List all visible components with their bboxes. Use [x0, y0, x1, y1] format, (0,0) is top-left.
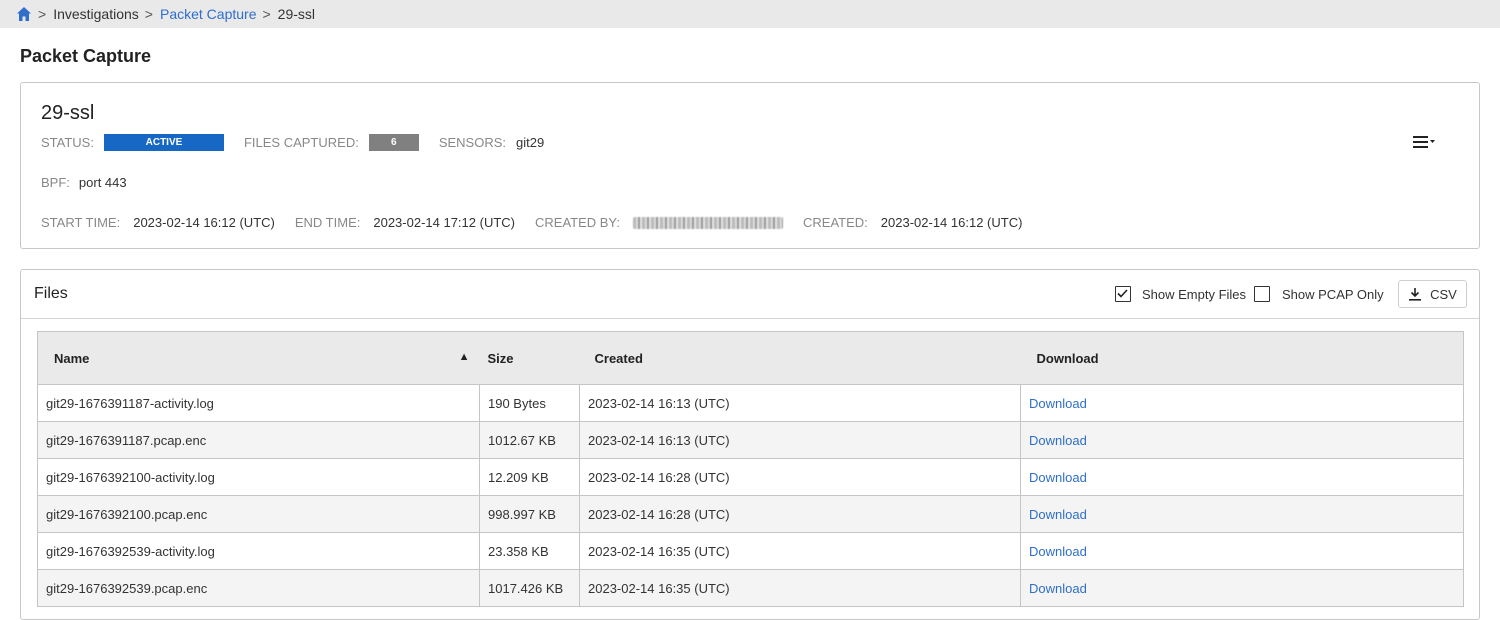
file-name-cell: git29-1676392539.pcap.enc [37, 569, 480, 607]
status-badge: ACTIVE [103, 134, 224, 151]
download-link[interactable]: Download [1020, 569, 1464, 607]
show-pcap-only-checkbox[interactable] [1254, 286, 1270, 302]
file-name-cell: git29-1676391187-activity.log [37, 384, 480, 422]
file-name-cell: git29-1676392539-activity.log [37, 532, 480, 570]
column-header-download[interactable]: Download [1020, 331, 1464, 385]
file-name-cell: git29-1676392100-activity.log [37, 458, 480, 496]
file-created-cell: 2023-02-14 16:35 (UTC) [579, 569, 1021, 607]
start-time-value: 2023-02-14 16:12 (UTC) [133, 215, 275, 230]
end-time-label: END TIME: [294, 215, 361, 230]
breadcrumb-separator: > [144, 6, 153, 22]
breadcrumb-current: 29-ssl [277, 6, 316, 22]
breadcrumb-separator: > [38, 6, 47, 22]
csv-export-button[interactable]: CSV [1398, 280, 1467, 308]
file-name-cell: git29-1676391187.pcap.enc [37, 421, 480, 459]
table-row: git29-1676391187.pcap.enc 1012.67 KB 202… [37, 421, 1464, 459]
table-header-row: Name ▲ Size Created Download [37, 331, 1464, 385]
files-panel: Files Show Empty Files Show PCAP Only CS… [20, 269, 1480, 620]
show-empty-files-label[interactable]: Show Empty Files [1142, 287, 1246, 302]
file-size-cell: 12.209 KB [479, 458, 580, 496]
sort-ascending-icon: ▲ [458, 350, 470, 363]
download-link[interactable]: Download [1020, 495, 1464, 533]
file-size-cell: 190 Bytes [479, 384, 580, 422]
files-captured-badge: 6 [368, 134, 419, 151]
files-captured-label: FILES CAPTURED: [243, 135, 359, 150]
file-created-cell: 2023-02-14 16:13 (UTC) [579, 421, 1021, 459]
download-link[interactable]: Download [1020, 532, 1464, 570]
table-row: git29-1676392100-activity.log 12.209 KB … [37, 458, 1464, 496]
table-row: git29-1676392539.pcap.enc 1017.426 KB 20… [37, 569, 1464, 607]
csv-button-label: CSV [1430, 286, 1457, 302]
created-value: 2023-02-14 16:12 (UTC) [880, 215, 1023, 230]
page-title: Packet Capture [20, 46, 152, 66]
created-label: CREATED: [803, 215, 868, 230]
table-row: git29-1676392100.pcap.enc 998.997 KB 202… [37, 495, 1464, 533]
breadcrumb-packet-capture[interactable]: Packet Capture [160, 6, 257, 22]
bpf-value: port 443 [78, 175, 127, 190]
file-name-cell: git29-1676392100.pcap.enc [37, 495, 480, 533]
file-size-cell: 23.358 KB [479, 532, 580, 570]
breadcrumb-investigations[interactable]: Investigations [53, 6, 139, 22]
time-row: START TIME: 2023-02-14 16:12 (UTC) END T… [41, 215, 1022, 230]
files-header: Files Show Empty Files Show PCAP Only CS… [21, 270, 1479, 319]
show-empty-files-checkbox[interactable] [1115, 286, 1131, 302]
download-link[interactable]: Download [1020, 421, 1464, 459]
column-header-name-label: Name [54, 350, 90, 366]
download-link[interactable]: Download [1020, 384, 1464, 422]
table-row: git29-1676392539-activity.log 23.358 KB … [37, 532, 1464, 570]
files-title: Files [34, 285, 68, 302]
bpf-row: BPF: port 443 [41, 175, 127, 190]
column-header-name[interactable]: Name ▲ [37, 331, 480, 385]
sensors-label: SENSORS: [438, 135, 507, 150]
home-icon[interactable] [16, 6, 32, 22]
file-created-cell: 2023-02-14 16:13 (UTC) [579, 384, 1021, 422]
bpf-label: BPF: [41, 175, 70, 190]
table-row: git29-1676391187-activity.log 190 Bytes … [37, 384, 1464, 422]
file-size-cell: 1017.426 KB [479, 569, 580, 607]
created-by-label: CREATED BY: [535, 215, 621, 230]
column-header-created[interactable]: Created [579, 331, 1021, 385]
download-icon [1409, 288, 1422, 301]
status-row: STATUS: ACTIVE FILES CAPTURED: 6 SENSORS… [41, 134, 544, 151]
start-time-label: START TIME: [41, 215, 121, 230]
files-table: Name ▲ Size Created Download git29-16763… [37, 331, 1464, 607]
capture-name: 29-ssl [41, 102, 95, 124]
end-time-value: 2023-02-14 17:12 (UTC) [373, 215, 515, 230]
file-created-cell: 2023-02-14 16:28 (UTC) [579, 458, 1021, 496]
column-header-size[interactable]: Size [479, 331, 580, 385]
file-created-cell: 2023-02-14 16:28 (UTC) [579, 495, 1021, 533]
breadcrumb: > Investigations > Packet Capture > 29-s… [0, 0, 1500, 28]
created-by-redacted [633, 216, 784, 229]
sensors-value: git29 [516, 135, 545, 150]
capture-details-card: 29-ssl STATUS: ACTIVE FILES CAPTURED: 6 … [20, 82, 1480, 249]
file-created-cell: 2023-02-14 16:35 (UTC) [579, 532, 1021, 570]
list-menu-icon[interactable] [1413, 135, 1437, 149]
download-link[interactable]: Download [1020, 458, 1464, 496]
breadcrumb-separator: > [262, 6, 271, 22]
file-size-cell: 998.997 KB [479, 495, 580, 533]
status-label: STATUS: [41, 135, 94, 150]
file-size-cell: 1012.67 KB [479, 421, 580, 459]
checkmark-icon [1117, 289, 1128, 298]
show-pcap-only-label[interactable]: Show PCAP Only [1282, 287, 1384, 302]
